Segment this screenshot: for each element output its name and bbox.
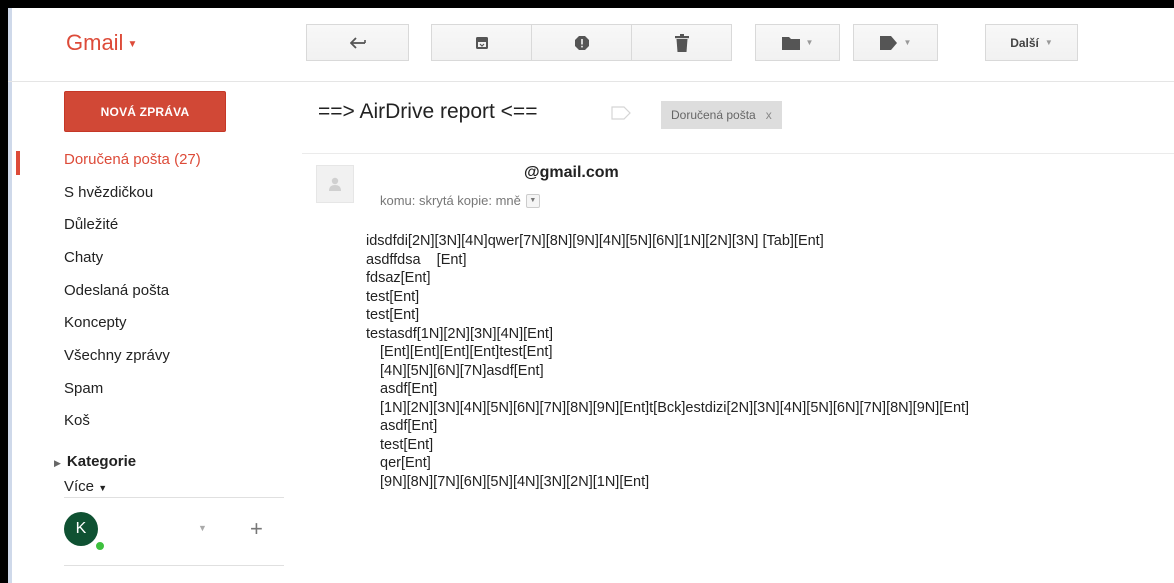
- status-dropdown-icon[interactable]: ▼: [198, 523, 207, 533]
- sidebar-categories[interactable]: ▶ Kategorie: [54, 453, 136, 470]
- body-line: [Ent][Ent][Ent][Ent]test[Ent]: [380, 344, 553, 360]
- body-line: idsdfdi[2N][3N][4N]qwer[7N][8N][9N][4N][…: [366, 233, 824, 249]
- new-chat-icon[interactable]: +: [250, 518, 263, 540]
- report-spam-button[interactable]: [531, 24, 632, 61]
- avatar-initial: K: [75, 520, 87, 537]
- sidebar-divider: [64, 497, 284, 498]
- important-marker-icon[interactable]: [611, 106, 631, 125]
- sender-email[interactable]: @gmail.com: [524, 164, 619, 182]
- sidebar-item-drafts[interactable]: Koncepty: [64, 314, 127, 331]
- active-indicator: [16, 151, 20, 175]
- label-chip-inbox: Doručená pošta x: [661, 101, 782, 129]
- sidebar-more-label: Více: [64, 478, 95, 492]
- body-line: test[Ent]: [366, 288, 420, 305]
- body-line: asdffdsa [Ent]: [366, 251, 467, 268]
- compose-button[interactable]: NOVÁ ZPRÁVA: [64, 91, 226, 132]
- recipients-text: komu: skrytá kopie: mně: [380, 193, 521, 208]
- more-button-label: Další: [1010, 35, 1039, 50]
- sidebar-item-inbox[interactable]: Doručená pošta (27): [64, 151, 201, 168]
- recipients: komu: skrytá kopie: mně ▼: [380, 193, 540, 208]
- message-body: idsdfdi[2N][3N][4N]qwer[7N][8N][9N][4N][…: [366, 232, 969, 491]
- expand-arrow-icon: ▶: [54, 458, 61, 468]
- body-line: [1N][2N][3N][4N][5N][6N][7N][8N][9N][Ent…: [380, 399, 970, 416]
- person-icon: [329, 177, 341, 191]
- delete-button[interactable]: [631, 24, 732, 61]
- message-divider: [302, 153, 1174, 154]
- sidebar-item-all-mail[interactable]: Všechny zprávy: [64, 347, 170, 364]
- body-line: [4N][5N][6N][7N]asdf[Ent]: [380, 362, 544, 379]
- online-status-dot: [94, 540, 106, 552]
- avatar[interactable]: K: [64, 512, 98, 546]
- body-line: asdf[Ent]: [380, 418, 438, 434]
- body-line: [9N][8N][7N][6N][5N][4N][3N][2N][1N][Ent…: [380, 473, 650, 490]
- sidebar-divider: [64, 565, 284, 566]
- chevron-down-icon: ▼: [1044, 38, 1053, 47]
- sidebar-item-chats[interactable]: Chaty: [64, 249, 103, 266]
- trash-icon: [674, 33, 689, 52]
- gmail-menu[interactable]: Gmail ▼: [66, 30, 137, 56]
- back-icon: [349, 36, 366, 49]
- spam-icon: [574, 35, 590, 51]
- tag-icon: [879, 35, 898, 50]
- body-line: test[Ent]: [380, 436, 434, 453]
- recipient-details-button[interactable]: ▼: [525, 193, 540, 208]
- sidebar-item-important[interactable]: Důležité: [64, 216, 118, 233]
- chevron-down-icon: ▼: [805, 38, 814, 47]
- back-button[interactable]: [306, 24, 409, 61]
- archive-button[interactable]: [431, 24, 532, 61]
- chevron-down-icon: ▼: [98, 483, 108, 492]
- body-line: testasdf[1N][2N][3N][4N][Ent]: [366, 325, 553, 342]
- window-edge: [8, 8, 12, 583]
- sidebar-item-trash[interactable]: Koš: [64, 412, 90, 429]
- gmail-window: Gmail ▼ ▼ ▼ Další ▼ NOVÁ ZPRÁVA Doručená…: [8, 8, 1174, 583]
- chevron-down-icon: ▼: [903, 38, 912, 47]
- sidebar-more[interactable]: Více ▼: [64, 478, 107, 492]
- sidebar-item-starred[interactable]: S hvězdičkou: [64, 184, 153, 201]
- folder-icon: [781, 36, 800, 50]
- more-button[interactable]: Další ▼: [985, 24, 1078, 61]
- body-line: qer[Ent]: [380, 455, 431, 471]
- sidebar-item-sent[interactable]: Odeslaná pošta: [64, 282, 169, 299]
- body-line: asdf[Ent]: [380, 381, 438, 397]
- labels-button[interactable]: ▼: [853, 24, 938, 61]
- sidebar-categories-label: Kategorie: [66, 453, 137, 470]
- toolbar-divider: [8, 81, 1174, 82]
- body-line: fdsaz[Ent]: [366, 270, 431, 286]
- message-subject: ==> AirDrive report <==: [318, 100, 538, 123]
- chevron-down-icon: ▼: [127, 38, 138, 50]
- body-line: test[Ent]: [366, 307, 420, 323]
- gmail-logo: Gmail: [66, 30, 124, 55]
- sidebar-item-spam[interactable]: Spam: [64, 380, 103, 397]
- archive-icon: [475, 36, 489, 50]
- label-chip-text: Doručená pošta: [671, 108, 756, 122]
- remove-label-button[interactable]: x: [766, 108, 772, 122]
- move-to-button[interactable]: ▼: [755, 24, 840, 61]
- sender-avatar: [316, 165, 354, 203]
